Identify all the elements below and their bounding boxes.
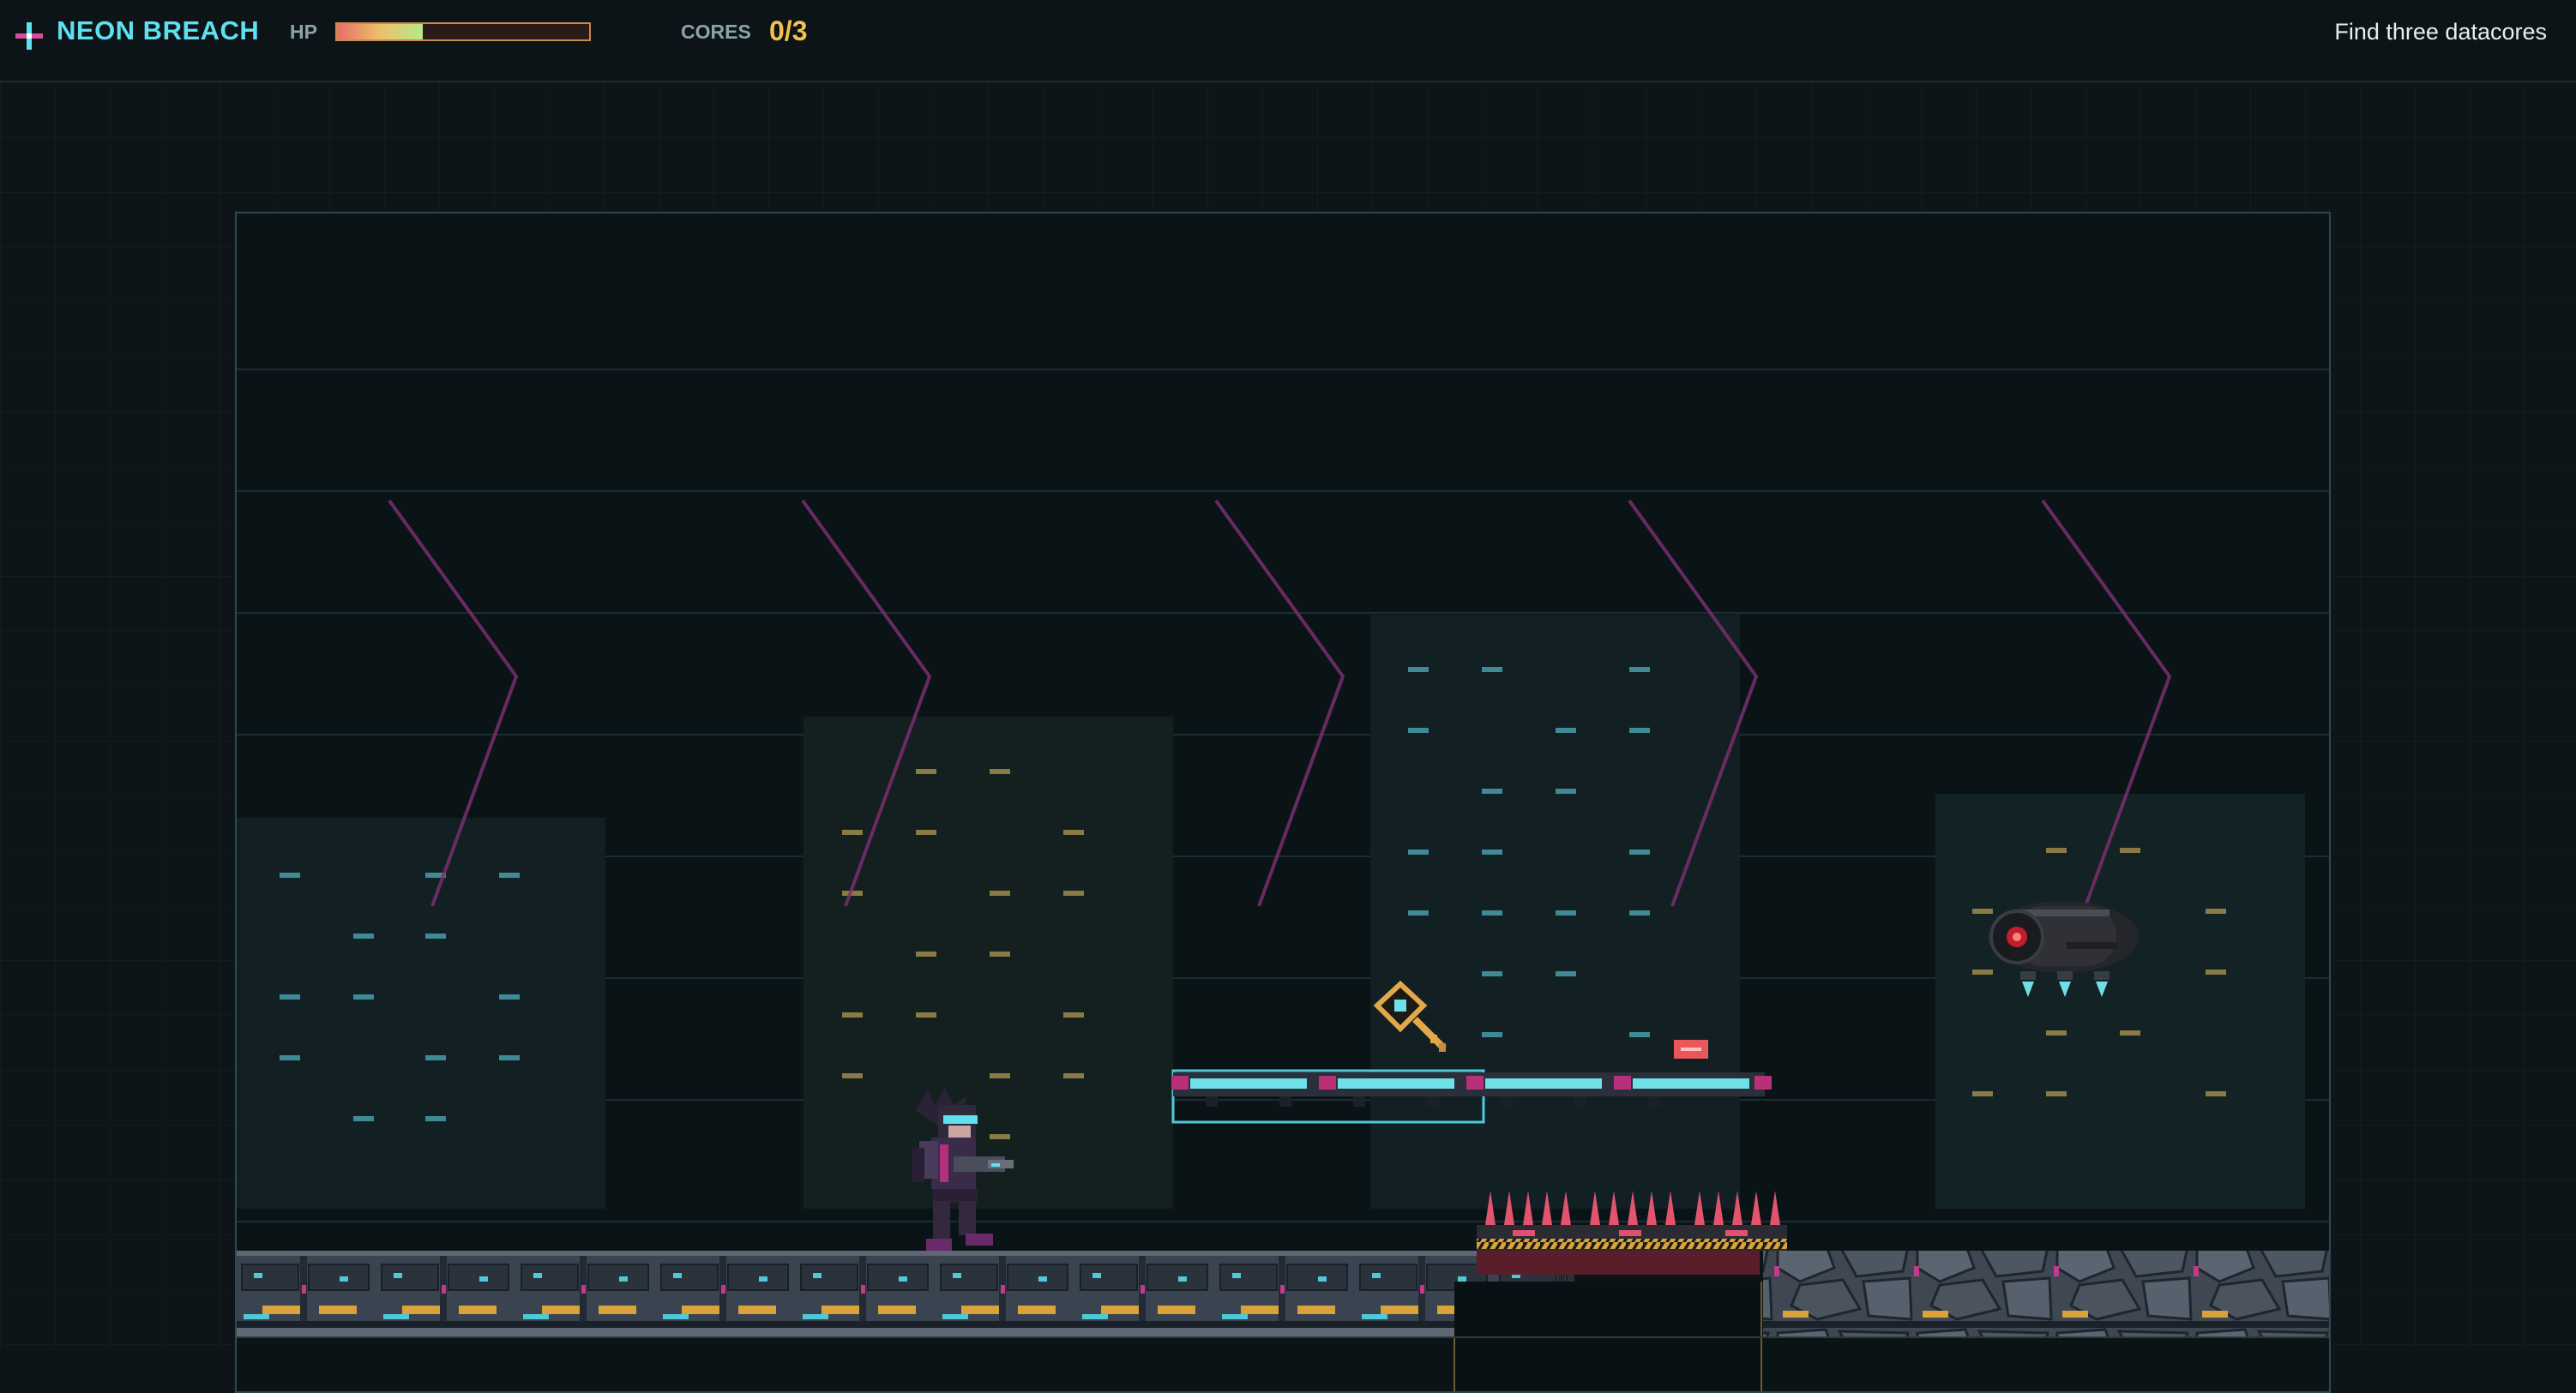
game-viewport[interactable] [235, 212, 2331, 1393]
crosshair-plus-icon [15, 22, 43, 50]
level-scene [237, 369, 2329, 1391]
neon-zigzag-lines [388, 499, 2172, 907]
floor-ground-right [1763, 1251, 2329, 1336]
objective-text: Find three datacores [2334, 19, 2547, 45]
game-canvas-area[interactable] [0, 82, 2576, 1393]
hp-label: HP [290, 21, 317, 43]
hud-bar: NEON BREACH HP CORES 0/3 Find three data… [0, 0, 2576, 82]
floor-ground-left [237, 1251, 1574, 1336]
game-title: NEON BREACH [57, 15, 260, 45]
hp-bar-fill [337, 24, 423, 39]
cores-label: CORES [681, 21, 751, 43]
cores-counter: 0/3 [769, 15, 808, 46]
hp-bar [335, 22, 591, 41]
background-buildings [237, 615, 2305, 1209]
